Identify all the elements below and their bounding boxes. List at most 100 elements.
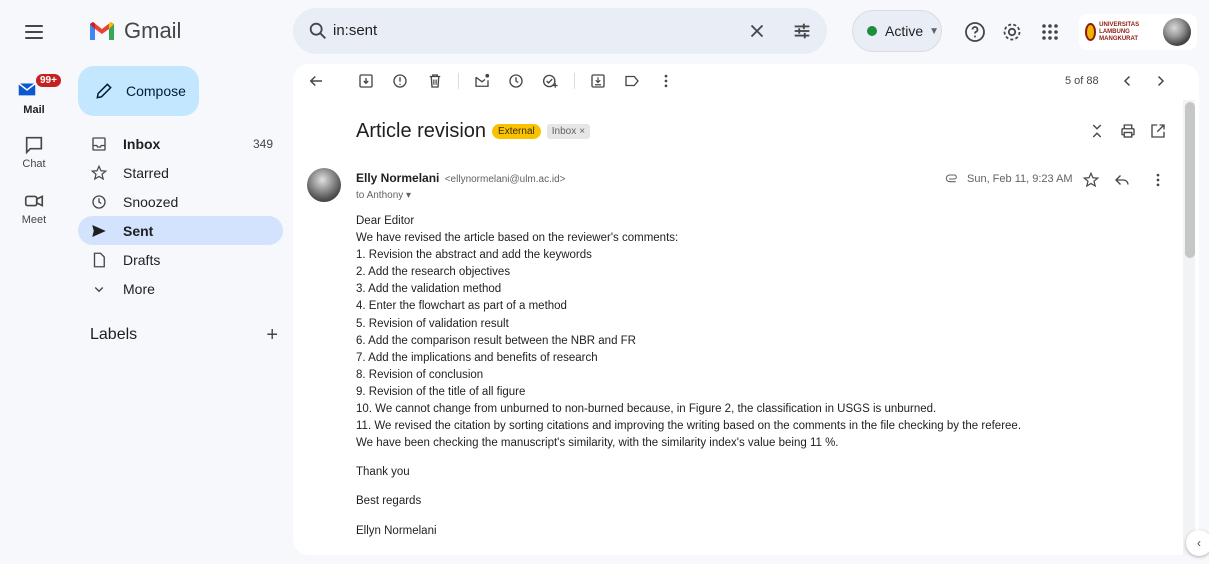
status-label: Active (885, 23, 924, 39)
add-label-icon[interactable]: + (266, 324, 278, 347)
recipient-details-toggle[interactable]: to Anthony ▾ (356, 190, 411, 201)
nav-item-drafts[interactable]: Drafts (78, 245, 283, 274)
subject-row: Article revision External Inbox × (356, 120, 591, 143)
message-meta: Sun, Feb 11, 9:23 AM (945, 171, 1073, 187)
rail-mail[interactable]: 99+ (10, 72, 63, 102)
print-icon[interactable] (1119, 122, 1137, 140)
body-line: 4. Enter the flowchart as part of a meth… (356, 300, 567, 313)
nav-item-starred[interactable]: Starred (78, 158, 283, 187)
sender-email: <ellynormelani@ulm.ac.id> (444, 174, 566, 185)
settings-gear-icon[interactable] (1000, 20, 1024, 44)
open-in-new-window-icon[interactable] (1149, 122, 1167, 140)
archive-icon[interactable] (357, 72, 375, 90)
delete-trash-icon[interactable] (426, 72, 444, 90)
reply-icon[interactable] (1113, 171, 1131, 189)
chevron-left-icon[interactable] (1119, 72, 1137, 90)
nav-item-more[interactable]: More (78, 274, 283, 303)
chevron-right-icon[interactable] (1151, 72, 1169, 90)
back-arrow-icon[interactable] (307, 72, 325, 90)
search-icon[interactable] (307, 20, 329, 42)
apps-grid-icon[interactable] (1038, 20, 1062, 44)
message-date: Sun, Feb 11, 9:23 AM (967, 173, 1073, 185)
closing-thanks: Thank you (356, 466, 410, 479)
app-rail: 99+ Mail Chat Meet (0, 64, 68, 564)
nav-item-sent[interactable]: Sent (78, 216, 283, 245)
rail-meet[interactable]: Meet (0, 190, 68, 226)
chat-icon (25, 136, 43, 155)
body-line: 1. Revision the abstract and add the key… (356, 249, 592, 262)
gmail-logo[interactable]: Gmail (88, 18, 181, 44)
message-body: Dear Editor We have revised the article … (356, 213, 1176, 540)
remove-label-icon[interactable]: × (579, 126, 585, 137)
scrollbar-thumb[interactable] (1185, 102, 1195, 258)
compose-label: Compose (126, 83, 186, 99)
closing-regards: Best regards (356, 495, 422, 508)
body-line: We have been checking the manuscript's s… (356, 437, 839, 450)
body-line: 2. Add the research objectives (356, 266, 511, 279)
nav-item-inbox[interactable]: Inbox 349 (78, 129, 283, 158)
body-line: 10. We cannot change from unburned to no… (356, 403, 937, 416)
sender-name[interactable]: Elly Normelani (356, 171, 439, 185)
gmail-app: Gmail in:sent Active ▼ UNIVERSITAS LAMBU… (0, 0, 1209, 564)
nav-item-snoozed[interactable]: Snoozed (78, 187, 283, 216)
inbox-icon (92, 136, 106, 151)
sender-avatar[interactable] (307, 168, 341, 202)
nav-label: Sent (123, 222, 154, 239)
chevron-down-icon (94, 286, 104, 292)
unread-badge: 99+ (34, 72, 63, 89)
body-line: Dear Editor (356, 215, 415, 227)
clear-search-icon[interactable] (746, 20, 768, 42)
attachment-paperclip-icon (945, 174, 957, 183)
main-menu-icon[interactable] (22, 20, 46, 44)
search-input[interactable]: in:sent (333, 22, 377, 39)
body-line: 11. We revised the citation by sorting c… (356, 420, 1022, 433)
nav-label: More (123, 280, 155, 297)
body-line: 7. Add the implications and benefits of … (356, 351, 598, 364)
account-switcher[interactable]: UNIVERSITAS LAMBUNG MANGKURAT (1079, 14, 1197, 50)
collapse-all-icon[interactable] (1088, 122, 1106, 140)
chevron-down-icon: ▼ (929, 25, 940, 37)
message-more-options-icon[interactable] (1149, 171, 1167, 189)
body-line: 3. Add the validation method (356, 283, 502, 296)
move-to-icon[interactable] (589, 72, 607, 90)
signature: Ellyn Normelani (356, 524, 437, 537)
university-logo: UNIVERSITAS LAMBUNG MANGKURAT (1085, 20, 1157, 44)
label-tag-icon[interactable] (623, 72, 641, 90)
video-camera-icon (24, 195, 44, 207)
search-bar[interactable]: in:sent (293, 8, 827, 54)
star-icon (90, 164, 108, 180)
more-options-icon[interactable] (657, 72, 675, 90)
body-line: 9. Revision of the title of all figure (356, 385, 526, 398)
mark-unread-icon[interactable] (473, 72, 491, 90)
inbox-label-chip[interactable]: Inbox × (546, 124, 591, 139)
report-spam-icon[interactable] (391, 72, 409, 90)
active-status-dot (867, 26, 877, 36)
body-line: 6. Add the comparison result between the… (356, 334, 636, 347)
side-panel-toggle-icon[interactable]: ‹ (1186, 530, 1209, 556)
inbox-unread-count: 349 (252, 136, 273, 151)
account-avatar[interactable] (1163, 18, 1191, 46)
body-line: 5. Revision of validation result (356, 317, 509, 330)
compose-button[interactable]: Compose (78, 66, 199, 116)
sender-line: Elly Normelani <ellynormelani@ulm.ac.id> (356, 171, 565, 185)
help-icon[interactable] (963, 20, 987, 44)
nav-label: Snoozed (123, 193, 179, 210)
status-selector[interactable]: Active ▼ (852, 10, 942, 52)
star-message-icon[interactable] (1082, 171, 1100, 189)
nav-label: Inbox (123, 135, 161, 152)
body-line: We have revised the article based on the… (356, 232, 679, 245)
rail-mail-label[interactable]: Mail (0, 104, 68, 116)
snooze-clock-icon[interactable] (507, 72, 525, 90)
message-toolbar: 5 of 88 (293, 64, 1199, 100)
labels-header: Labels + (90, 323, 278, 347)
add-task-icon[interactable] (541, 72, 559, 90)
clock-icon (92, 194, 106, 209)
message-subject: Article revision (356, 120, 487, 142)
search-options-icon[interactable] (791, 20, 813, 42)
pagination-count: 5 of 88 (1065, 75, 1099, 87)
rail-chat-label: Chat (22, 158, 46, 170)
rail-chat[interactable]: Chat (0, 134, 68, 170)
